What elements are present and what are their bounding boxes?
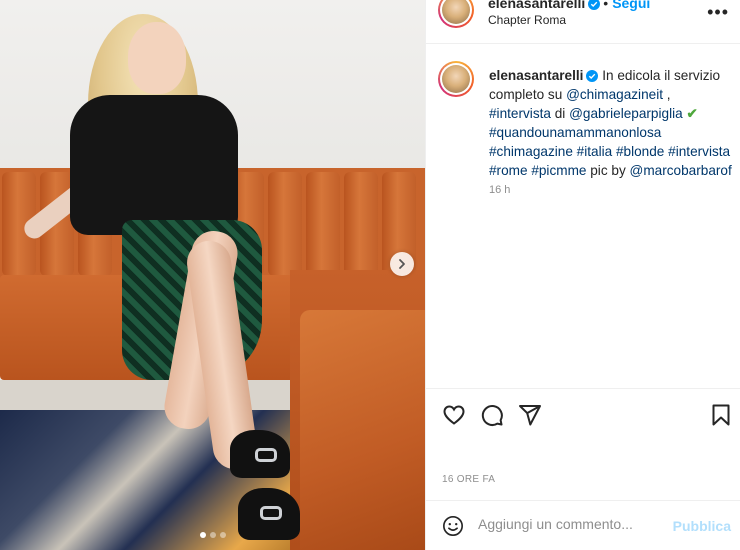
- post-side-panel: elenasantarelli • Segui Chapter Roma ••• e…: [425, 0, 740, 550]
- location-link[interactable]: Chapter Roma: [488, 13, 566, 27]
- hashtag-link[interactable]: #blonde: [616, 144, 664, 159]
- verified-icon: [586, 70, 599, 83]
- follow-button[interactable]: Segui: [612, 0, 650, 11]
- hashtag-link[interactable]: #intervista: [668, 144, 730, 159]
- emoji-icon[interactable]: [442, 515, 464, 537]
- caption-area: elenasantarelli In edicola il servizio c…: [426, 44, 740, 388]
- chevron-right-icon: [399, 259, 405, 269]
- hashtag-link[interactable]: #quandounamammanonlosa: [489, 125, 661, 140]
- mention-link[interactable]: @chimagazineit: [566, 87, 663, 102]
- post-photo[interactable]: [0, 0, 425, 550]
- avatar[interactable]: [438, 61, 474, 97]
- caption-username[interactable]: elenasantarelli: [489, 68, 583, 83]
- photo-face: [128, 22, 186, 94]
- comment-icon[interactable]: [480, 403, 504, 427]
- comment-bar: Pubblica: [426, 500, 740, 550]
- avatar[interactable]: [438, 0, 474, 28]
- hashtag-link[interactable]: #rome: [489, 163, 528, 178]
- username-link[interactable]: elenasantarelli: [488, 0, 585, 11]
- hashtag-link[interactable]: #chimagazine: [489, 144, 573, 159]
- mention-link[interactable]: @gabrieleparpiglia: [569, 106, 683, 121]
- hashtag-link[interactable]: #picmme: [531, 163, 586, 178]
- action-bar: [426, 388, 740, 440]
- mention-link[interactable]: @marcobarbarof: [630, 163, 732, 178]
- carousel-dots: [0, 532, 425, 538]
- publish-button[interactable]: Pubblica: [673, 518, 731, 534]
- heart-icon[interactable]: [442, 403, 466, 427]
- carousel-dot: [219, 532, 226, 538]
- caption-time: 16 h: [489, 184, 511, 196]
- post-timestamp[interactable]: 16 ORE FA: [442, 474, 495, 485]
- post-header: elenasantarelli • Segui Chapter Roma •••: [426, 0, 740, 44]
- share-icon[interactable]: [518, 403, 542, 427]
- photo-sweater: [70, 95, 238, 235]
- more-icon[interactable]: •••: [707, 2, 729, 23]
- hashtag-link[interactable]: #intervista: [489, 106, 551, 121]
- verified-icon: [588, 0, 601, 11]
- bookmark-icon[interactable]: [709, 403, 733, 427]
- carousel-dot: [209, 532, 216, 538]
- comment-input[interactable]: [478, 516, 678, 532]
- post-caption: elenasantarelli In edicola il servizio c…: [489, 68, 732, 178]
- hashtag-link[interactable]: #italia: [577, 144, 613, 159]
- carousel-next-button[interactable]: [390, 252, 414, 276]
- check-emoji: ✔: [686, 106, 698, 121]
- carousel-dot: [199, 532, 206, 538]
